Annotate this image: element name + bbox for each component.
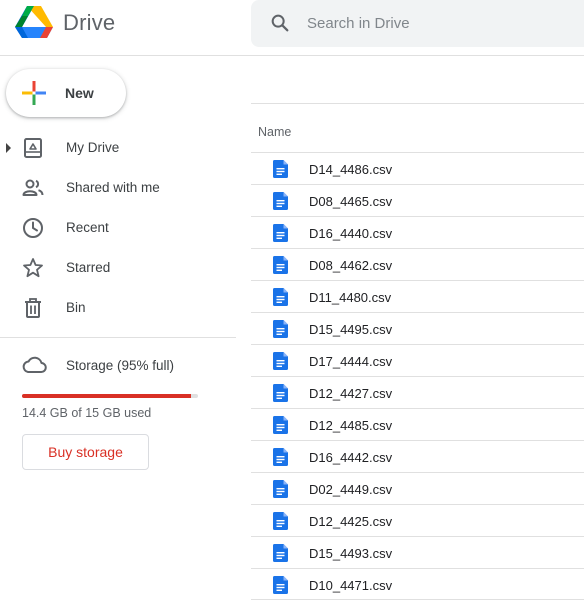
file-name: D16_4442.csv: [309, 450, 393, 465]
file-name: D17_4444.csv: [309, 354, 393, 369]
shared-icon: [22, 179, 44, 196]
google-docs-file-icon: [273, 256, 288, 274]
file-name: D14_4486.csv: [309, 162, 393, 177]
my-drive-icon: [24, 138, 42, 158]
google-docs-file-icon: [273, 512, 288, 530]
file-row[interactable]: D02_4449.csv: [251, 472, 584, 504]
sidebar-item-label: Recent: [66, 220, 109, 235]
google-docs-file-icon: [273, 192, 288, 210]
google-docs-file-icon: [273, 576, 288, 594]
google-docs-file-icon: [273, 544, 288, 562]
file-row[interactable]: D16_4440.csv: [251, 216, 584, 248]
search-icon[interactable]: [269, 12, 291, 34]
clock-icon: [23, 218, 43, 238]
file-row[interactable]: D12_4425.csv: [251, 504, 584, 536]
plus-icon: [22, 81, 46, 105]
google-docs-file-icon: [273, 384, 288, 402]
file-row[interactable]: D12_4485.csv: [251, 408, 584, 440]
cloud-icon: [22, 356, 47, 373]
sidebar-item-shared-with-me[interactable]: Shared with me: [0, 170, 236, 206]
file-row[interactable]: D12_4427.csv: [251, 376, 584, 408]
new-button-label: New: [65, 85, 94, 101]
file-name: D15_4493.csv: [309, 546, 393, 561]
file-row[interactable]: D10_4471.csv: [251, 568, 584, 600]
file-row[interactable]: D15_4495.csv: [251, 312, 584, 344]
column-header-name[interactable]: Name: [258, 125, 291, 139]
google-docs-file-icon: [273, 448, 288, 466]
google-docs-file-icon: [273, 160, 288, 178]
google-docs-file-icon: [273, 320, 288, 338]
file-name: D02_4449.csv: [309, 482, 393, 497]
file-name: D08_4462.csv: [309, 258, 393, 273]
storage-label[interactable]: Storage (95% full): [66, 358, 174, 373]
sidebar-item-starred[interactable]: Starred: [0, 250, 236, 286]
storage-progress-bar: [22, 394, 198, 398]
file-row[interactable]: D11_4480.csv: [251, 280, 584, 312]
search-input[interactable]: [307, 11, 567, 35]
google-docs-file-icon: [273, 224, 288, 242]
storage-used-text: 14.4 GB of 15 GB used: [22, 406, 152, 420]
file-name: D15_4495.csv: [309, 322, 393, 337]
list-top-divider: [251, 103, 584, 104]
file-name: D11_4480.csv: [309, 290, 392, 305]
sidebar-item-bin[interactable]: Bin: [0, 290, 236, 326]
sidebar-item-label: Shared with me: [66, 180, 160, 195]
header-divider: [0, 55, 584, 56]
storage-progress-fill: [22, 394, 191, 398]
google-docs-file-icon: [273, 416, 288, 434]
google-docs-file-icon: [273, 480, 288, 498]
trash-icon: [25, 298, 41, 318]
sidebar-item-label: Starred: [66, 260, 111, 275]
file-name: D12_4425.csv: [309, 514, 393, 529]
file-row[interactable]: D17_4444.csv: [251, 344, 584, 376]
file-row[interactable]: D16_4442.csv: [251, 440, 584, 472]
file-list: D14_4486.csv D08_4465.csv D16_4440.csv D08_…: [251, 152, 584, 600]
sidebar-item-label: My Drive: [66, 140, 120, 155]
search-bar[interactable]: [251, 0, 584, 47]
file-row[interactable]: D15_4493.csv: [251, 536, 584, 568]
sidebar-item-my-drive[interactable]: My Drive: [0, 130, 236, 166]
file-row[interactable]: D08_4462.csv: [251, 248, 584, 280]
file-name: D12_4485.csv: [309, 418, 393, 433]
file-row[interactable]: D14_4486.csv: [251, 152, 584, 184]
file-name: D16_4440.csv: [309, 226, 393, 241]
file-row[interactable]: D08_4465.csv: [251, 184, 584, 216]
google-drive-logo: [15, 6, 53, 38]
new-button[interactable]: New: [6, 69, 126, 117]
star-icon: [23, 258, 43, 278]
expand-caret-icon[interactable]: [6, 143, 11, 153]
sidebar-item-recent[interactable]: Recent: [0, 210, 236, 246]
google-docs-file-icon: [273, 288, 288, 306]
sidebar-item-label: Bin: [66, 300, 86, 315]
file-name: D08_4465.csv: [309, 194, 393, 209]
file-name: D12_4427.csv: [309, 386, 393, 401]
app-brand-title: Drive: [63, 10, 116, 35]
buy-storage-button[interactable]: Buy storage: [22, 434, 149, 470]
google-docs-file-icon: [273, 352, 288, 370]
file-name: D10_4471.csv: [309, 578, 393, 593]
sidebar-divider: [0, 337, 236, 338]
